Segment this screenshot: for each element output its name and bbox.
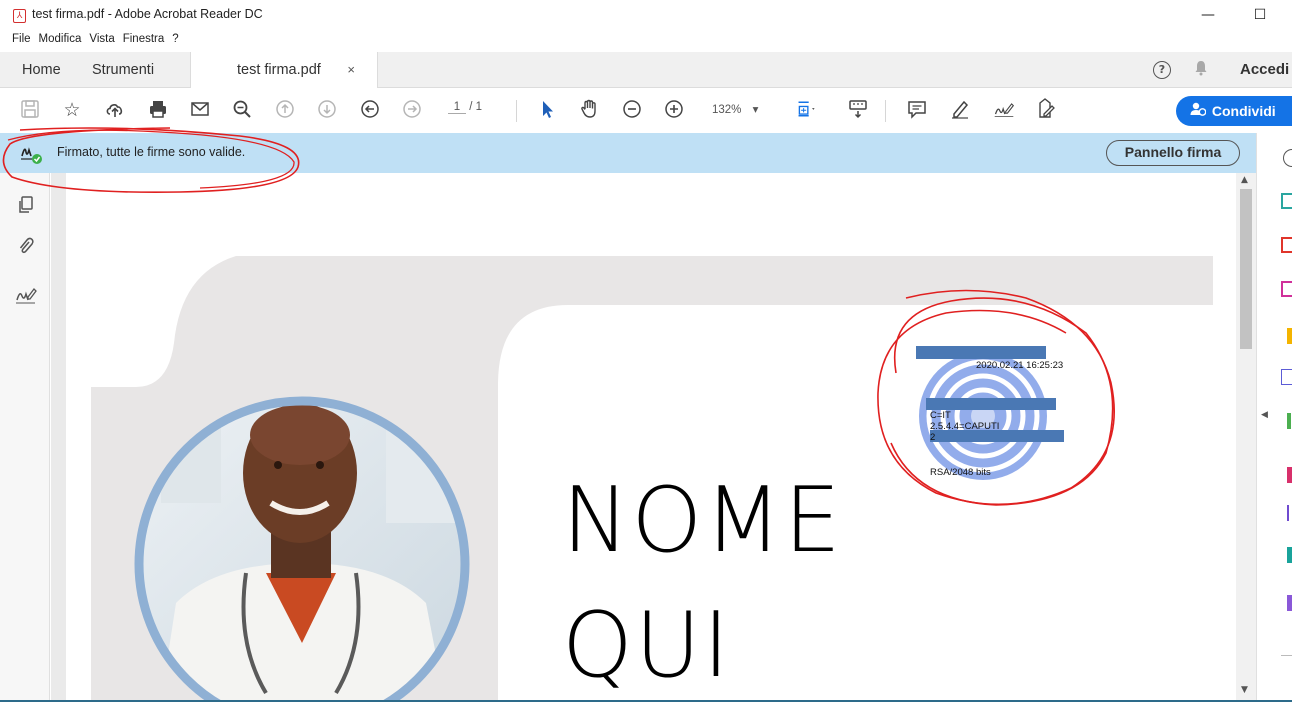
print-icon[interactable] [146, 98, 170, 122]
fill-sign-icon[interactable] [990, 98, 1018, 122]
chevron-down-icon: ▾ [752, 104, 759, 116]
comment-icon[interactable] [905, 98, 929, 122]
search-tools-icon[interactable] [1283, 149, 1292, 167]
signature-panel-button[interactable]: Pannello firma [1106, 140, 1240, 166]
minimize-button[interactable]: — [1198, 5, 1218, 25]
next-page-icon[interactable] [315, 98, 339, 122]
window-titlebar: ⅄ test firma.pdf - Adobe Acrobat Reader … [0, 0, 1292, 32]
add-user-icon [1190, 96, 1208, 126]
tab-document[interactable]: test firma.pdf × [190, 52, 378, 89]
page-number-input[interactable]: 1 [448, 101, 466, 114]
zoom-level-value: 132% [712, 104, 742, 116]
email-icon[interactable] [188, 98, 212, 122]
stamp-key: RSA/2048 bits [930, 467, 991, 478]
stamp-country: C=IT [930, 410, 951, 421]
right-tools-rail: ◀ [1256, 133, 1292, 702]
maximize-button[interactable]: ☐ [1250, 5, 1270, 25]
menu-modifica[interactable]: Modifica [39, 33, 82, 49]
forward-icon[interactable] [400, 98, 424, 122]
signin-link[interactable]: Accedi [1240, 52, 1289, 88]
share-button-label: Condividi [1211, 103, 1276, 119]
menu-vista[interactable]: Vista [89, 33, 114, 49]
reading-mode-icon[interactable] [846, 98, 870, 122]
collapse-right-panel-icon[interactable]: ◀ [1261, 410, 1268, 420]
send-for-signature-icon[interactable] [1287, 595, 1292, 611]
stamp-oid: 2.5.4.4=CAPUTI [930, 421, 1000, 432]
edit-tool-icon[interactable] [1281, 369, 1292, 385]
bell-icon[interactable] [1194, 60, 1208, 80]
document-heading-line1: NOME [562, 468, 843, 573]
tab-home[interactable]: Home [22, 52, 61, 88]
zoom-level-select[interactable]: 132% ▾ [712, 102, 758, 116]
tab-close-icon[interactable]: × [347, 52, 355, 88]
zoom-out-icon[interactable] [620, 98, 644, 122]
stamp-date: 2020.02.21 16:25:23 [976, 360, 1064, 371]
previous-page-icon[interactable] [273, 98, 297, 122]
organize-pages-icon[interactable] [1287, 413, 1291, 429]
fill-sign-tool-icon[interactable] [1287, 505, 1292, 521]
export-pdf-icon[interactable] [1281, 193, 1292, 209]
vertical-scrollbar[interactable]: ▲ ▼ [1236, 173, 1256, 702]
more-tools-icon[interactable] [1287, 547, 1292, 563]
hand-tool-icon[interactable] [577, 98, 601, 122]
page-indicator: 1 / 1 [448, 101, 482, 114]
menu-file[interactable]: File [12, 33, 31, 49]
highlight-pen-icon[interactable] [948, 98, 972, 122]
window-title: test firma.pdf - Adobe Acrobat Reader DC [32, 7, 263, 21]
save-icon[interactable] [18, 98, 42, 122]
document-viewport: 2020.02.21 16:25:23 C=IT 2.5.4.4=CAPUTI … [51, 173, 1256, 702]
scroll-up-arrow-icon[interactable]: ▲ [1241, 175, 1248, 185]
signatures-panel-icon[interactable] [15, 285, 37, 307]
page-total: / 1 [469, 101, 482, 113]
menu-help[interactable]: ? [172, 33, 178, 49]
left-navigation-rail: ◀ [0, 173, 60, 702]
protect-icon[interactable] [1287, 467, 1292, 483]
combine-files-icon[interactable] [1281, 281, 1292, 297]
back-icon[interactable] [358, 98, 382, 122]
rail-divider [1281, 655, 1292, 656]
edit-pdf-icon[interactable] [1033, 98, 1057, 122]
share-button[interactable]: Condividi [1176, 96, 1292, 126]
scroll-down-arrow-icon[interactable]: ▼ [1241, 685, 1248, 695]
scrollbar-thumb[interactable] [1240, 189, 1252, 349]
zoom-in-icon[interactable] [662, 98, 686, 122]
fit-page-icon[interactable] [792, 98, 822, 122]
menu-bar: File Modifica Vista Finestra ? [0, 33, 179, 49]
comment-tool-icon[interactable] [1287, 328, 1292, 344]
document-heading-line2: QUI [562, 593, 732, 698]
tab-bar: Home Strumenti test firma.pdf × ? Accedi [0, 52, 1292, 89]
cloud-upload-icon[interactable] [103, 98, 127, 122]
tab-tools[interactable]: Strumenti [92, 52, 154, 88]
star-icon[interactable]: ☆ [60, 98, 84, 122]
menu-finestra[interactable]: Finestra [123, 33, 165, 49]
banner-red-annotation [2, 127, 300, 193]
help-icon[interactable]: ? [1153, 61, 1171, 79]
stamp-extra: 2 [930, 432, 936, 443]
toolbar-divider [885, 100, 886, 122]
create-pdf-icon[interactable] [1281, 237, 1292, 253]
attachment-icon[interactable] [15, 236, 37, 258]
acrobat-pdf-icon: ⅄ [13, 9, 26, 23]
select-cursor-icon[interactable] [535, 98, 559, 122]
tab-document-label: test firma.pdf [237, 62, 321, 78]
search-zoom-icon[interactable] [230, 98, 254, 122]
pdf-page: 2020.02.21 16:25:23 C=IT 2.5.4.4=CAPUTI … [66, 173, 1238, 702]
toolbar-divider [516, 100, 517, 122]
